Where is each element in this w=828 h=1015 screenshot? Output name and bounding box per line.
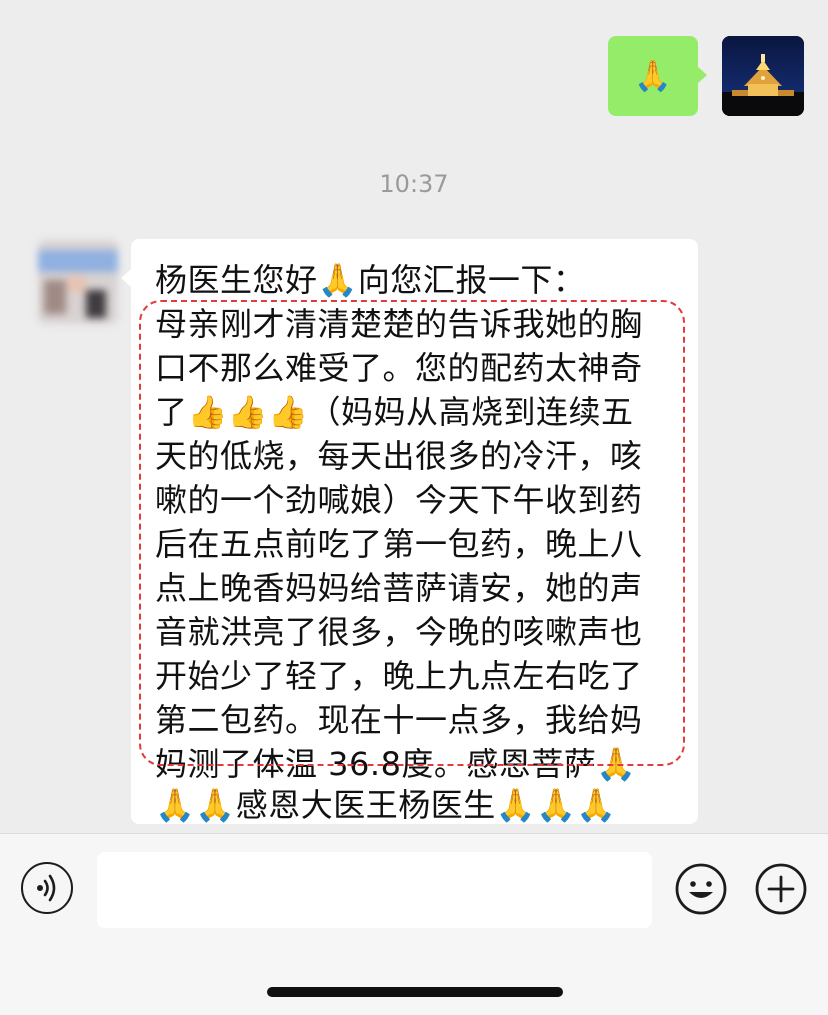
more-options-button[interactable] bbox=[754, 862, 808, 916]
message-line: 开始少了轻了，晚上九点左右吃了 bbox=[155, 657, 643, 695]
outgoing-message-bubble[interactable]: 🙏 bbox=[608, 36, 707, 116]
message-line: 杨医生您好🙏向您汇报一下： bbox=[155, 261, 586, 299]
home-indicator[interactable] bbox=[267, 987, 563, 997]
message-line: 后在五点前吃了第一包药，晚上八 bbox=[155, 525, 643, 563]
message-line: 口不那么难受了。您的配药太神奇 bbox=[155, 349, 643, 387]
contact-avatar[interactable] bbox=[38, 240, 118, 324]
voice-button[interactable] bbox=[21, 862, 73, 914]
message-line: 母亲刚才清清楚楚的告诉我她的胸 bbox=[155, 305, 643, 343]
message-line: 了👍👍👍（妈妈从高烧到连续五 bbox=[155, 393, 634, 431]
voice-icon bbox=[37, 874, 56, 902]
message-line: 天的低烧，每天出很多的冷汗，咳 bbox=[155, 437, 643, 475]
outgoing-message-text: 🙏 bbox=[634, 58, 672, 94]
message-line: 音就洪亮了很多，今晚的咳嗽声也 bbox=[155, 613, 643, 651]
message-line: 第二包药。现在十一点多，我给妈 bbox=[155, 701, 643, 739]
message-line: 妈测了体温 36.8度。感恩菩萨🙏 bbox=[155, 745, 637, 783]
message-timestamp: 10:37 bbox=[379, 170, 449, 198]
emoji-icon bbox=[675, 863, 727, 915]
chat-area: 🙏 10:37 杨医生您好🙏向您汇报一下： 母亲刚才清清楚楚的告诉我她的胸 口不… bbox=[0, 0, 828, 833]
incoming-message-bubble[interactable]: 杨医生您好🙏向您汇报一下： 母亲刚才清清楚楚的告诉我她的胸 口不那么难受了。您的… bbox=[121, 239, 698, 824]
message-line: 点上晚香妈妈给菩萨请安，她的声 bbox=[155, 569, 643, 607]
blurred-avatar-image bbox=[38, 240, 118, 324]
my-avatar[interactable] bbox=[722, 36, 804, 116]
message-line: 嗽的一个劲喊娘）今天下午收到药 bbox=[155, 481, 643, 519]
plus-icon bbox=[755, 863, 807, 915]
message-input[interactable] bbox=[97, 852, 652, 928]
emoji-button[interactable] bbox=[674, 862, 728, 916]
message-line: 🙏🙏感恩大医王杨医生🙏🙏🙏 bbox=[155, 786, 617, 824]
temple-night-photo bbox=[722, 36, 804, 116]
